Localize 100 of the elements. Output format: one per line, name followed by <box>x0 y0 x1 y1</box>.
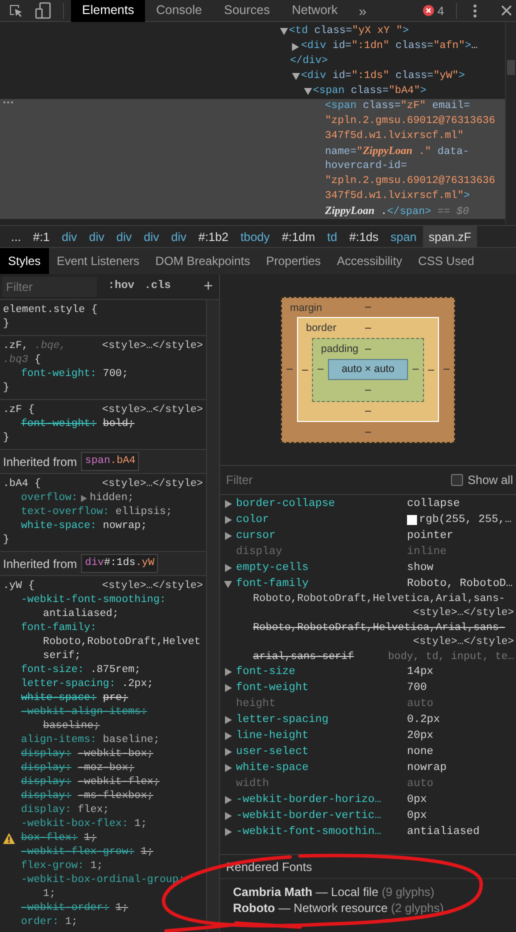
new-rule-button[interactable]: + <box>204 278 213 294</box>
expand-arrow-icon[interactable] <box>224 716 232 724</box>
expand-arrow-icon[interactable] <box>224 500 232 508</box>
property-value: 14px <box>407 664 434 680</box>
collapse-arrow-icon[interactable] <box>280 28 288 35</box>
breadcrumb[interactable]: div <box>56 226 84 248</box>
collapse-arrow-icon[interactable] <box>304 88 312 95</box>
property-name: -webkit-box-flex: <box>21 817 128 831</box>
breadcrumb[interactable]: ... <box>5 226 28 248</box>
breadcrumb[interactable]: #:1dm <box>276 226 322 248</box>
breadcrumb[interactable]: td <box>321 226 344 248</box>
expand-arrow-icon[interactable] <box>224 564 232 572</box>
expand-arrow-icon[interactable] <box>292 42 299 50</box>
code-line: <span class="zF" email= <box>325 99 470 114</box>
expand-arrow-icon[interactable] <box>224 668 232 676</box>
error-count[interactable]: 4 <box>437 2 444 20</box>
panel-tab[interactable]: Network <box>280 0 349 22</box>
selected-node-row[interactable]: 347f5d.w1.lvixrscf.ml"> <box>0 189 505 204</box>
property-name: display: <box>21 761 72 775</box>
element-link[interactable]: span.bA4 <box>81 452 140 471</box>
css-selector: .zF, <box>3 340 28 352</box>
class-toggle[interactable]: .cls <box>144 278 171 295</box>
selected-node-row[interactable]: ••• <span class="zF" email= <box>0 99 505 114</box>
property-value: 1; <box>65 915 78 929</box>
panel-tab[interactable]: Elements <box>71 0 146 22</box>
breadcrumb[interactable]: div <box>138 226 166 248</box>
expand-arrow-icon[interactable] <box>80 494 87 502</box>
breadcrumb[interactable]: tbody <box>234 226 276 248</box>
panel-tab[interactable]: Accessibility <box>328 248 410 274</box>
expand-arrow-icon[interactable] <box>224 796 232 804</box>
panel-tab[interactable]: Styles <box>0 248 49 274</box>
expand-arrow-icon[interactable] <box>224 748 232 756</box>
hover-state-toggle[interactable]: :hov <box>108 278 134 295</box>
property-name: -webkit-align-items: <box>21 705 148 719</box>
filter-field[interactable]: Filter <box>226 471 376 489</box>
stylesheet-link[interactable]: <style>…</style> <box>403 606 514 621</box>
breadcrumb[interactable]: span.zF <box>422 226 478 248</box>
breadcrumb[interactable]: #:1ds <box>343 226 385 248</box>
box-model-value: – <box>364 302 372 313</box>
expand-arrow-icon[interactable] <box>224 764 232 772</box>
panel-tab[interactable]: Console <box>145 0 213 22</box>
expand-arrow-icon[interactable] <box>224 732 232 740</box>
selected-node-row[interactable]: "zpln.2.gmsu.69012@76313636 <box>0 114 505 129</box>
property-name: display: <box>21 747 72 761</box>
breadcrumb[interactable]: span <box>384 226 423 248</box>
scrollbar-thumb[interactable] <box>507 60 515 75</box>
panel-tab[interactable]: Sources <box>212 0 281 22</box>
panel-tab[interactable]: Properties <box>258 248 329 274</box>
property-name: font-weight: <box>21 367 97 381</box>
selected-node-row[interactable]: ZippyLoan .</span> == $0 <box>0 204 505 219</box>
property-value: 700 <box>407 680 427 696</box>
trace-value: Roboto,RobotoDraft,Helvetica,Arial,sans- <box>253 620 506 636</box>
code-line: <td class="yX xY "> <box>289 24 409 39</box>
element-link[interactable]: div#:1ds.yW <box>81 554 158 573</box>
show-all-checkbox[interactable] <box>450 474 463 486</box>
property-value: none <box>407 744 434 760</box>
property-value: 700; <box>102 367 128 381</box>
closing-brace: } <box>3 533 10 547</box>
device-toolbar-icon[interactable] <box>35 2 51 19</box>
panel-tab[interactable]: DOM Breakpoints <box>147 248 258 274</box>
property-value: 1; <box>116 901 128 915</box>
menu-icon[interactable] <box>473 4 477 18</box>
expand-arrow-icon[interactable] <box>224 828 232 836</box>
property-value: hidden; <box>90 491 134 505</box>
expand-arrow-icon[interactable] <box>224 532 232 540</box>
close-icon[interactable] <box>501 5 512 16</box>
stylesheet-link[interactable]: body, td, input, te… <box>378 650 514 664</box>
collapse-arrow-icon[interactable] <box>224 580 232 588</box>
node-actions-marker[interactable]: ••• <box>2 96 14 111</box>
panel-tab[interactable]: CSS Used <box>410 248 482 274</box>
property-value: 1; <box>134 817 148 831</box>
expand-arrow-icon[interactable] <box>224 684 232 692</box>
stylesheet-link[interactable]: <style>…</style> <box>403 635 514 650</box>
breadcrumb[interactable]: div <box>165 226 192 248</box>
breadcrumb[interactable]: div <box>110 226 138 248</box>
selected-node-row[interactable]: 347f5d.w1.lvixrscf.ml" <box>0 129 505 144</box>
stylesheet-link[interactable]: <style>…</style> <box>102 477 203 491</box>
code-line: name="ZippyLoan ." data- <box>325 144 470 159</box>
color-swatch[interactable] <box>407 515 417 525</box>
breadcrumb[interactable]: div <box>83 226 110 248</box>
selected-node-row[interactable]: "zpln.2.gmsu.69012@76313636 <box>0 174 505 189</box>
filter-field[interactable]: Filter <box>2 276 97 296</box>
stylesheet-link[interactable]: <style>…</style> <box>102 339 203 353</box>
property-name: font-weight: <box>21 417 97 431</box>
stylesheet-link[interactable]: <style>…</style> <box>102 579 203 593</box>
property-name: flex-grow: <box>21 859 84 873</box>
box-model-value: – <box>317 364 324 375</box>
inspect-icon[interactable] <box>8 2 24 18</box>
stylesheet-link[interactable]: <style>…</style> <box>102 403 203 417</box>
expand-arrow-icon[interactable] <box>224 516 232 524</box>
panel-tab[interactable]: Event Listeners <box>48 248 148 274</box>
selected-node-row[interactable]: name="ZippyLoan ." data- <box>0 144 505 159</box>
breadcrumb[interactable]: #:1b2 <box>192 226 234 248</box>
property-value: pre; <box>102 691 128 705</box>
expand-arrow-icon[interactable] <box>224 812 232 820</box>
property-name: -webkit-border-horizo… <box>236 792 382 808</box>
selected-node-row[interactable]: hovercard-id= <box>0 159 505 174</box>
collapse-arrow-icon[interactable] <box>292 73 300 80</box>
breadcrumb[interactable]: #:1 <box>27 226 56 248</box>
more-tabs-button[interactable]: » <box>358 4 366 18</box>
